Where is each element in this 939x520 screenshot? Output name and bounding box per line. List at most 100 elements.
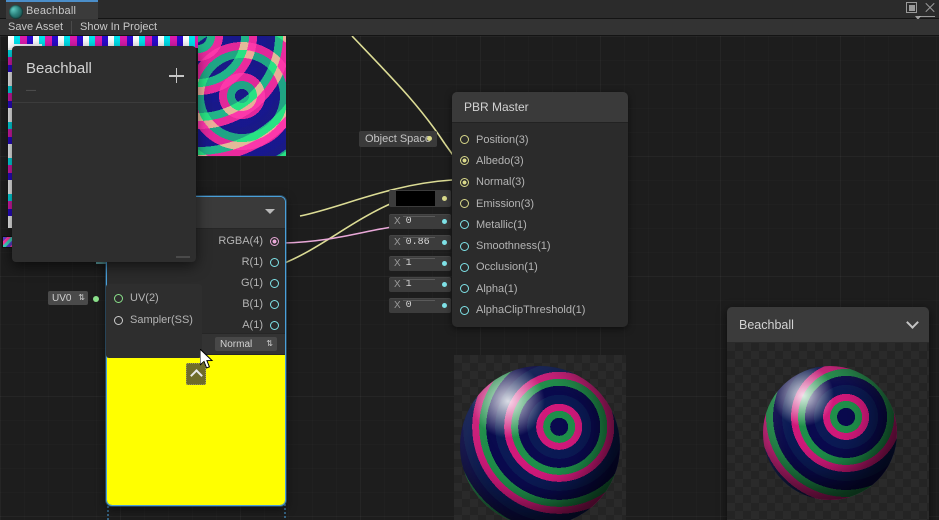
editor-tab-beachball[interactable]: Beachball — [6, 0, 98, 19]
port-dot-normal[interactable] — [460, 177, 469, 187]
port-dot-r[interactable] — [270, 257, 279, 267]
alpha-value[interactable]: 1 — [406, 279, 412, 290]
restore-icon[interactable] — [906, 2, 917, 13]
master-preview-header[interactable]: Beachball — [727, 307, 929, 343]
output-port-rgba[interactable]: RGBA(4) — [218, 235, 279, 247]
port-label: UV(2) — [130, 292, 159, 304]
axis-label: X — [394, 279, 401, 290]
blackboard-header: Beachball — [12, 46, 196, 83]
metallic-field[interactable]: X 0 — [389, 214, 451, 229]
slot-position[interactable]: Position(3) — [452, 129, 628, 150]
input-port-uv[interactable]: UV(2) — [114, 292, 159, 304]
field-port-dot[interactable] — [442, 219, 447, 224]
field-port-dot[interactable] — [442, 240, 447, 245]
field-port-dot[interactable] — [442, 196, 447, 201]
blackboard-property-list[interactable] — [12, 103, 196, 243]
window-titlebar: Beachball — [0, 0, 939, 23]
emission-color-field[interactable] — [389, 190, 451, 207]
field-port-dot[interactable] — [442, 303, 447, 308]
position-space-dropdown[interactable]: Object Space — [359, 131, 437, 147]
slot-label: Smoothness(1) — [476, 240, 551, 253]
alpha-clip-threshold-value[interactable]: 0 — [406, 300, 412, 311]
shader-preview-sphere — [460, 366, 620, 520]
blackboard-title: Beachball — [26, 60, 92, 77]
field-port-dot[interactable] — [442, 261, 447, 266]
master-preview-sphere — [763, 366, 897, 500]
graph-canvas[interactable]: RGBA(4) R(1) G(1) B(1) A(1) Normal ⇅ UV(… — [0, 36, 939, 520]
pbr-master-slots: Position(3) Albedo(3) Normal(3) Emission… — [452, 123, 628, 327]
blackboard-resize-handle[interactable] — [176, 256, 190, 258]
stepper-icon: ⇅ — [78, 293, 85, 302]
slot-label: Emission(3) — [476, 197, 535, 210]
type-dropdown-value: Normal — [220, 338, 253, 350]
save-asset-button[interactable]: Save Asset — [0, 19, 71, 36]
alpha-field[interactable]: X 1 — [389, 277, 451, 292]
slot-smoothness[interactable]: Smoothness(1) — [452, 235, 628, 256]
port-dot-metallic[interactable] — [460, 220, 469, 230]
uv-output-port-dot[interactable] — [93, 296, 99, 302]
show-in-project-button[interactable]: Show In Project — [72, 19, 165, 36]
chevron-down-icon[interactable] — [265, 209, 275, 214]
port-dot-b[interactable] — [270, 299, 279, 309]
close-icon[interactable] — [924, 2, 935, 13]
slot-emission[interactable]: Emission(3) — [452, 193, 628, 214]
output-port-r[interactable]: R(1) — [242, 256, 279, 268]
slot-label: Albedo(3) — [476, 154, 524, 167]
occlusion-value[interactable]: 1 — [406, 258, 412, 269]
axis-label: X — [394, 216, 401, 227]
uv-channel-value: UV0 — [52, 292, 72, 304]
plus-icon[interactable] — [169, 68, 184, 83]
blackboard-panel[interactable]: Beachball — — [12, 46, 196, 262]
pbr-master-node[interactable]: PBR Master Position(3) Albedo(3) Normal(… — [452, 92, 628, 327]
uv-channel-dropdown[interactable]: UV0 ⇅ — [48, 291, 88, 305]
output-port-g[interactable]: G(1) — [241, 277, 279, 289]
port-dot-emission[interactable] — [460, 199, 469, 209]
port-dot-alpha-clip-threshold[interactable] — [460, 305, 469, 315]
position-space-value: Object Space — [364, 133, 432, 145]
port-dot-occlusion[interactable] — [460, 262, 469, 272]
port-dot-g[interactable] — [270, 278, 279, 288]
port-label: A(1) — [242, 319, 263, 331]
input-port-sampler[interactable]: Sampler(SS) — [114, 314, 193, 326]
slot-occlusion[interactable]: Occlusion(1) — [452, 257, 628, 278]
output-port-b[interactable]: B(1) — [242, 298, 279, 310]
type-dropdown[interactable]: Normal ⇅ — [215, 337, 277, 351]
port-label: G(1) — [241, 277, 263, 289]
port-dot-position[interactable] — [460, 135, 469, 145]
slot-label: Alpha(1) — [476, 282, 518, 295]
field-port-dot[interactable] — [427, 136, 432, 141]
graph-toolbar: Save Asset Show In Project — [0, 19, 939, 36]
texture-node-preview — [107, 355, 285, 505]
pbr-master-preview — [454, 355, 626, 520]
occlusion-field[interactable]: X 1 — [389, 256, 451, 271]
alpha-clip-threshold-field[interactable]: X 0 — [389, 298, 451, 313]
port-dot-albedo[interactable] — [460, 156, 469, 166]
slot-normal[interactable]: Normal(3) — [452, 172, 628, 193]
slot-label: Position(3) — [476, 133, 529, 146]
axis-label: X — [394, 258, 401, 269]
port-dot-a[interactable] — [270, 320, 279, 330]
slot-alpha-clip-threshold[interactable]: AlphaClipThreshold(1) — [452, 299, 628, 320]
stepper-icon: ⇅ — [266, 339, 273, 348]
shader-graph-window: Beachball Save Asset Show In Project RGB… — [0, 0, 939, 520]
port-dot-sampler[interactable] — [114, 315, 123, 325]
field-port-dot[interactable] — [442, 282, 447, 287]
chevron-down-icon[interactable] — [906, 316, 919, 329]
color-swatch[interactable] — [396, 191, 435, 206]
smoothness-field[interactable]: X 0.86 — [389, 235, 451, 250]
slot-alpha[interactable]: Alpha(1) — [452, 278, 628, 299]
port-dot-alpha[interactable] — [460, 284, 469, 294]
slot-metallic[interactable]: Metallic(1) — [452, 214, 628, 235]
port-dot-uv[interactable] — [114, 293, 123, 303]
axis-label: X — [394, 237, 401, 248]
output-port-a[interactable]: A(1) — [242, 319, 279, 331]
axis-label: X — [394, 300, 401, 311]
metallic-value[interactable]: 0 — [406, 216, 412, 227]
smoothness-value[interactable]: 0.86 — [406, 237, 430, 248]
port-dot-smoothness[interactable] — [460, 241, 469, 251]
port-dot-rgba[interactable] — [270, 236, 279, 246]
port-label: Sampler(SS) — [130, 314, 193, 326]
preview-collapse-button[interactable] — [186, 363, 206, 385]
slot-albedo[interactable]: Albedo(3) — [452, 150, 628, 171]
window-controls — [906, 2, 935, 13]
